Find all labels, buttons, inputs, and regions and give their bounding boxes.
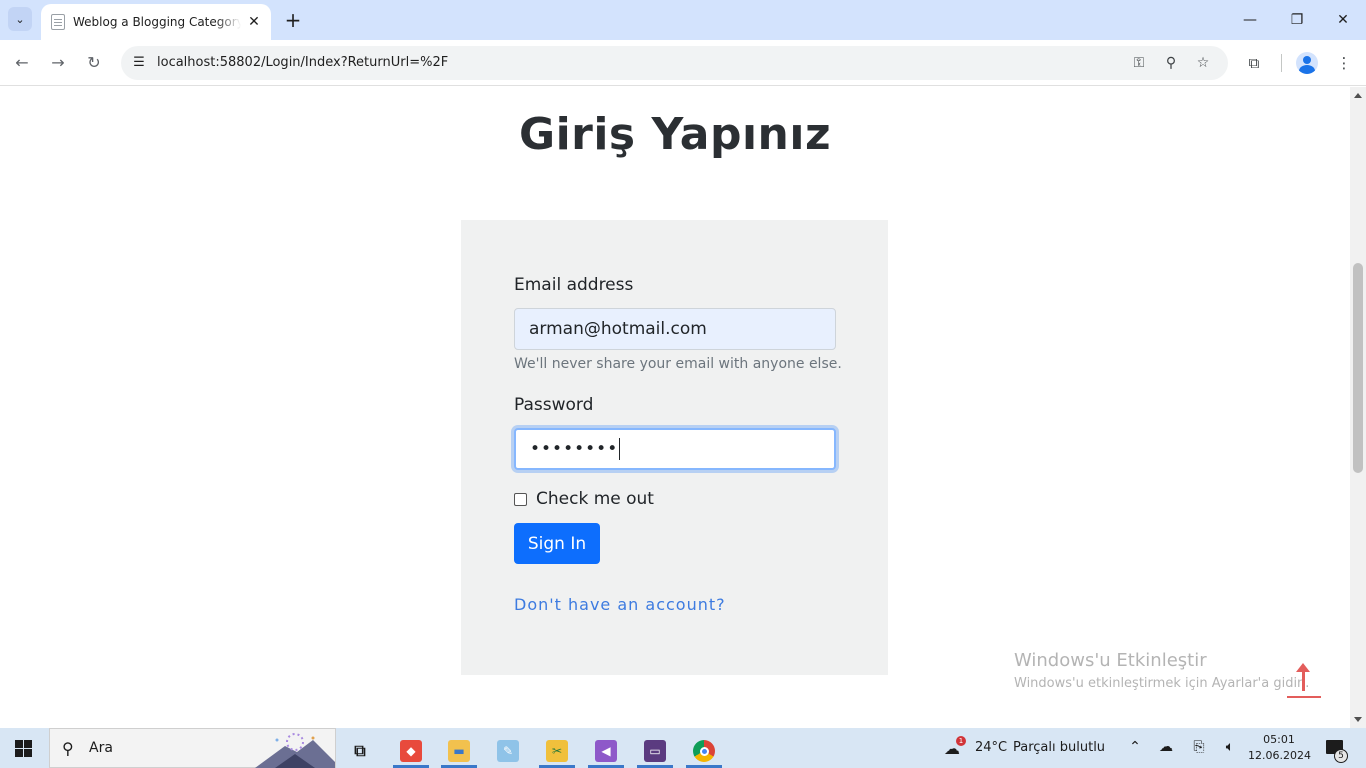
- tab-strip: ⌄ Weblog a Blogging Category Bo ✕ + — ❐ …: [0, 0, 1366, 40]
- activation-watermark-subtitle: Windows'u etkinleştirmek için Ayarlar'a …: [1014, 676, 1310, 691]
- url-text[interactable]: localhost:58802/Login/Index?ReturnUrl=%2…: [157, 55, 448, 70]
- page-favicon-icon: [51, 14, 65, 30]
- weather-description[interactable]: Parçalı bulutlu: [1013, 740, 1105, 755]
- sign-in-button[interactable]: Sign In: [514, 523, 600, 564]
- zoom-icon[interactable]: ⚲: [1161, 53, 1181, 73]
- snipping-tool-icon[interactable]: ✂: [537, 734, 577, 768]
- toolbar-divider: [1281, 54, 1282, 72]
- search-icon: ⚲: [62, 739, 74, 758]
- check-me-out-checkbox[interactable]: [514, 492, 527, 506]
- email-label: Email address: [514, 275, 634, 295]
- clock-date: 12.06.2024: [1248, 749, 1311, 762]
- activation-watermark-title: Windows'u Etkinleştir: [1014, 650, 1207, 671]
- taskbar-search-box[interactable]: ⚲ Ara: [49, 728, 336, 768]
- text-caret: [619, 438, 621, 460]
- register-link[interactable]: Don't have an account?: [514, 595, 726, 614]
- windows-taskbar: ⚲ Ara ⧉ ◆ ▬ ✎ ✂ ◀ ▭ ☁ 1 24°C Parçalı bul…: [0, 728, 1366, 768]
- weather-alert-badge: 1: [956, 736, 966, 746]
- clock-time: 05:01: [1263, 733, 1295, 746]
- bookmark-star-icon[interactable]: ☆: [1193, 53, 1213, 73]
- address-bar[interactable]: ☰ localhost:58802/Login/Index?ReturnUrl=…: [121, 46, 1228, 80]
- site-info-icon[interactable]: ☰: [129, 53, 149, 73]
- checkbox-label[interactable]: Check me out: [536, 489, 654, 509]
- back-arrow-icon[interactable]: ←: [10, 51, 34, 75]
- notification-count-badge: 5: [1334, 749, 1348, 763]
- weather-temperature[interactable]: 24°C: [975, 740, 1007, 755]
- email-value: arman@hotmail.com: [529, 319, 707, 339]
- minimize-window-button[interactable]: —: [1238, 8, 1262, 32]
- restore-window-button[interactable]: ❐: [1285, 8, 1309, 32]
- scroll-to-top-button[interactable]: [1287, 663, 1321, 699]
- windows-start-icon[interactable]: [15, 740, 32, 757]
- forward-arrow-icon[interactable]: →: [46, 51, 70, 75]
- remember-checkbox-row[interactable]: Check me out: [514, 489, 654, 509]
- browser-toolbar: ← → ↻ ☰ localhost:58802/Login/Index?Retu…: [0, 40, 1366, 86]
- taskbar-clock[interactable]: 05:01 12.06.2024: [1248, 732, 1311, 764]
- tab-close-icon[interactable]: ✕: [245, 13, 263, 31]
- paint-app-icon[interactable]: ✎: [488, 734, 528, 768]
- browser-menu-icon[interactable]: ⋮: [1333, 52, 1355, 74]
- new-tab-button[interactable]: +: [282, 9, 304, 31]
- email-input[interactable]: arman@hotmail.com: [514, 308, 836, 350]
- git-app-icon[interactable]: ◆: [391, 734, 431, 768]
- scrollbar-thumb[interactable]: [1353, 263, 1363, 473]
- network-icon[interactable]: ⎘: [1190, 739, 1208, 755]
- file-explorer-icon[interactable]: ▬: [439, 734, 479, 768]
- volume-icon[interactable]: 🔈︎: [1221, 739, 1239, 755]
- password-value: ••••••••: [530, 439, 619, 459]
- visual-studio-icon[interactable]: ◀: [586, 734, 626, 768]
- password-key-icon[interactable]: ⚿: [1129, 53, 1149, 73]
- tab-search-chevron-icon[interactable]: ⌄: [8, 7, 32, 31]
- tab-title: Weblog a Blogging Category Bo: [73, 15, 241, 29]
- page-viewport: Giriş Yapınız Email address arman@hotmai…: [0, 87, 1350, 728]
- chrome-browser-icon[interactable]: [684, 734, 724, 768]
- extensions-puzzle-icon[interactable]: ⧉: [1243, 52, 1265, 74]
- scroll-down-arrow-icon[interactable]: [1354, 717, 1362, 722]
- password-label: Password: [514, 395, 594, 415]
- password-input[interactable]: ••••••••: [514, 428, 836, 470]
- terminal-app-icon[interactable]: ▭: [635, 734, 675, 768]
- profile-avatar-icon[interactable]: [1296, 52, 1318, 74]
- browser-tab-active[interactable]: Weblog a Blogging Category Bo ✕: [41, 4, 271, 40]
- search-highlight-illustration: [255, 733, 335, 768]
- show-hidden-icons-chevron-icon[interactable]: ⌃: [1126, 739, 1144, 755]
- page-title: Giriş Yapınız: [518, 109, 832, 160]
- onedrive-sync-icon[interactable]: ☁: [1157, 739, 1175, 755]
- task-view-icon[interactable]: ⧉: [340, 734, 380, 768]
- email-help-text: We'll never share your email with anyone…: [514, 356, 842, 372]
- reload-icon[interactable]: ↻: [82, 51, 106, 75]
- search-placeholder: Ara: [89, 740, 113, 756]
- page-scrollbar[interactable]: [1350, 87, 1366, 728]
- scroll-up-arrow-icon[interactable]: [1354, 93, 1362, 98]
- login-form-card: Email address arman@hotmail.com We'll ne…: [461, 220, 888, 675]
- close-window-button[interactable]: ✕: [1331, 8, 1355, 32]
